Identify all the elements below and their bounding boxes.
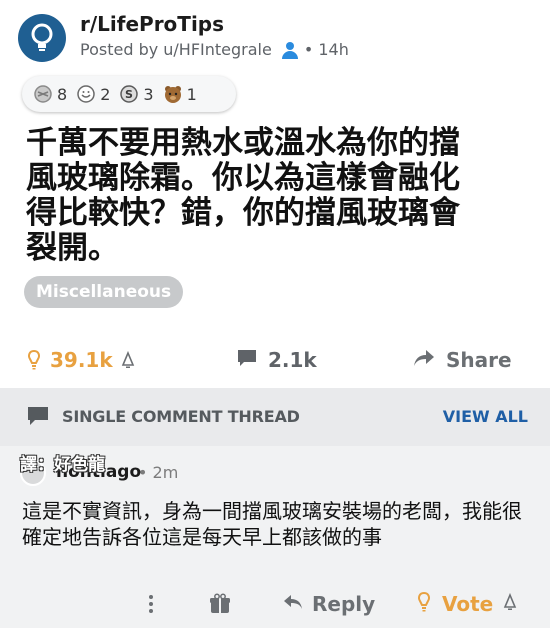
comment-vote-button[interactable]: Vote	[416, 588, 517, 620]
award-count: 8	[57, 84, 68, 104]
single-comment-thread-bar: SINGLE COMMENT THREAD VIEW ALL	[0, 388, 550, 446]
upvote-icon[interactable]	[26, 349, 42, 371]
comment-body: 這是不實資訊，身為一間擋風玻璃安裝場的老闆，我能很確定地告訴各位這是每天早上都該…	[22, 499, 522, 549]
downvote-icon[interactable]	[121, 350, 135, 369]
posted-by-user[interactable]: Posted by u/HFIntegrale	[80, 40, 272, 59]
award-coin: S 3	[118, 83, 154, 105]
awards-pill[interactable]: 8 2 S 3 1	[22, 76, 236, 112]
reply-arrow-icon	[282, 592, 304, 616]
subreddit-name[interactable]: r/LifeProTips	[80, 12, 224, 36]
award-count: 1	[186, 84, 197, 104]
post-action-bar: 39.1k 2.1k Share	[0, 336, 550, 384]
svg-text:S: S	[125, 88, 133, 101]
comment-bubble-icon	[236, 347, 258, 373]
award-helpful: 2	[75, 83, 110, 105]
posted-by-line: Posted by u/HFIntegrale • 14h	[80, 40, 349, 59]
subreddit-lightbulb-icon[interactable]	[18, 14, 66, 62]
more-options-icon[interactable]	[146, 592, 156, 616]
upvote-count: 39.1k	[50, 348, 113, 372]
comment-actions: Reply Vote	[0, 586, 550, 622]
silver-award-icon	[32, 83, 54, 105]
award-bear: 1	[162, 83, 197, 105]
post-flair[interactable]: Miscellaneous	[24, 276, 184, 308]
comment: 譯：好色龍 nontiago • 2m 這是不實資訊，身為一間擋風玻璃安裝場的老…	[0, 446, 550, 628]
post-title[interactable]: 千萬不要用熱水或溫水為你的擋風玻璃除霜。你以為這樣會融化得比較快？錯，你的擋風玻…	[26, 126, 486, 266]
vote-label: Vote	[442, 592, 494, 616]
coin-award-icon: S	[118, 83, 140, 105]
share-arrow-icon	[412, 347, 436, 373]
reply-label: Reply	[312, 592, 376, 616]
comment-count: 2.1k	[268, 348, 317, 372]
upvote-icon	[416, 591, 432, 617]
person-icon	[280, 41, 300, 59]
award-count: 2	[100, 84, 111, 104]
post-age: • 14h	[303, 40, 349, 59]
post-header: r/LifeProTips Posted by u/HFIntegrale • …	[18, 10, 538, 66]
downvote-icon[interactable]	[503, 592, 517, 615]
vote-group: 39.1k	[26, 336, 135, 384]
gift-award-icon[interactable]	[208, 592, 232, 616]
helpful-award-icon	[75, 83, 97, 105]
view-all-link[interactable]: VIEW ALL	[443, 407, 528, 426]
comments-button[interactable]: 2.1k	[236, 336, 317, 384]
comment-bubble-icon	[26, 405, 50, 427]
reply-button[interactable]: Reply	[282, 588, 375, 620]
comment-time: • 2m	[138, 463, 179, 482]
share-button[interactable]: Share	[412, 336, 512, 384]
award-count: 3	[143, 84, 154, 104]
bear-award-icon	[162, 83, 184, 105]
share-label: Share	[446, 348, 512, 372]
thread-label: SINGLE COMMENT THREAD	[62, 407, 300, 426]
award-silver: 8	[32, 83, 67, 105]
translator-credit: 譯：好色龍	[20, 455, 105, 475]
